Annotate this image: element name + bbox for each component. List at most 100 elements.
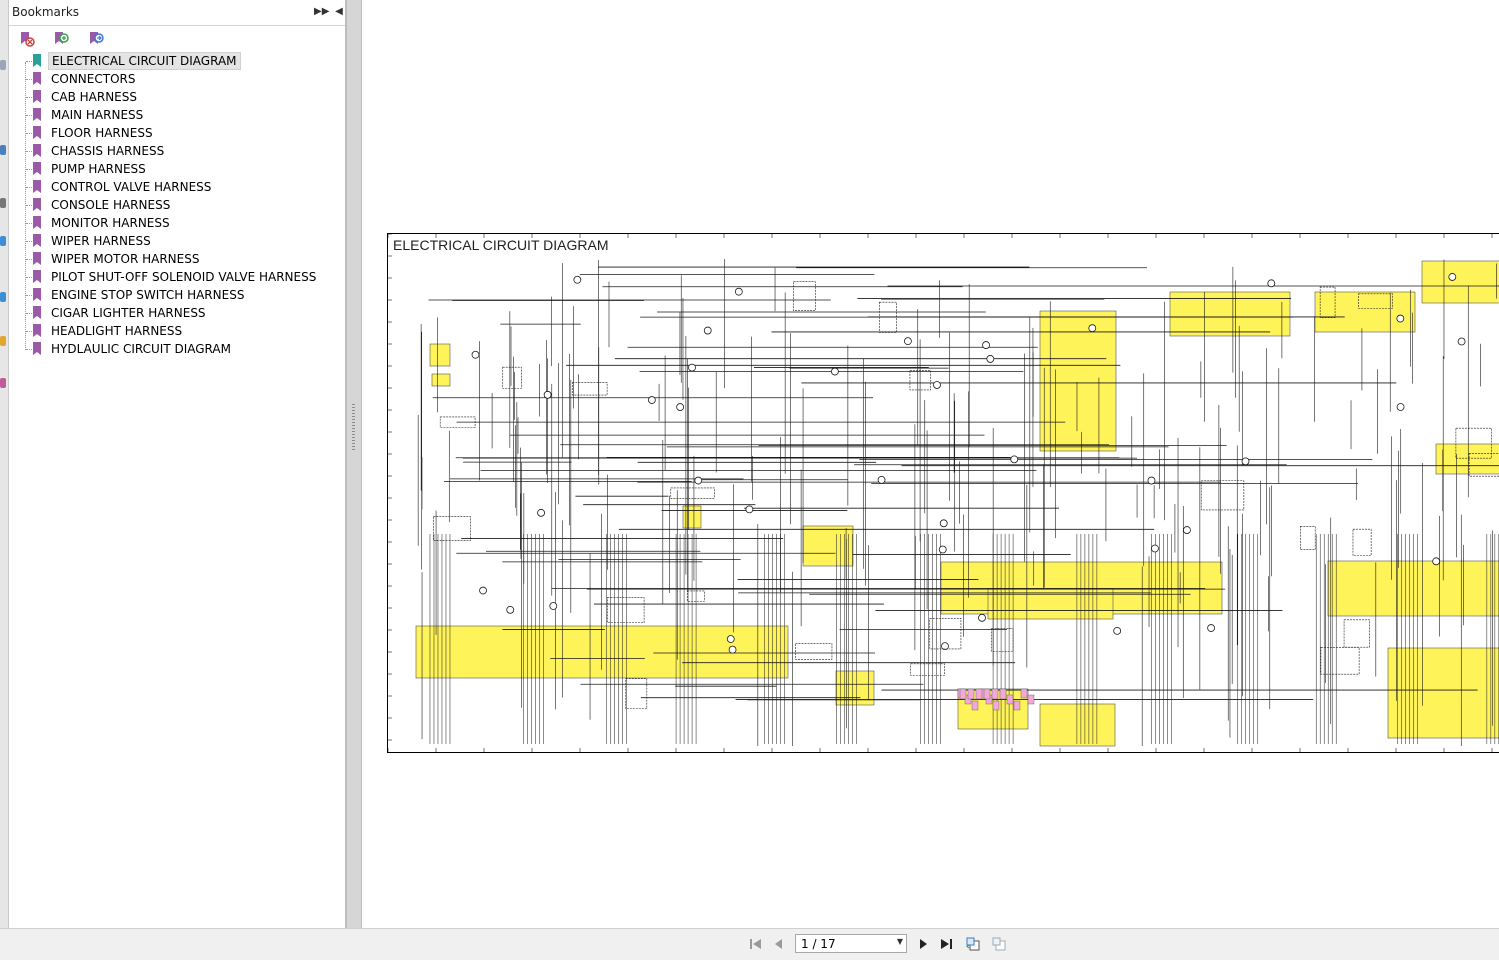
component-symbol — [1147, 476, 1156, 485]
component-symbol — [1088, 324, 1097, 333]
component-symbol — [549, 602, 558, 610]
panel-splitter[interactable] — [346, 0, 362, 928]
page-dropdown-arrow-icon[interactable]: ▼ — [897, 937, 903, 946]
component-symbol — [1396, 314, 1405, 323]
component-symbol — [726, 635, 735, 643]
bookmark-icon — [33, 306, 41, 319]
search-icon[interactable] — [0, 378, 6, 388]
connector-pin — [975, 688, 983, 700]
component-outline — [1343, 619, 1370, 648]
bookmark-label: CHASSIS HARNESS — [51, 144, 165, 158]
bookmark-item[interactable]: HYDLAULIC CIRCUIT DIAGRAM — [9, 340, 329, 358]
bookmark-item[interactable]: CIGAR LIGHTER HARNESS — [9, 304, 329, 322]
attachments-icon[interactable] — [0, 198, 6, 208]
bookmark-item[interactable]: MONITOR HARNESS — [9, 214, 329, 232]
delete-bookmark-icon[interactable] — [18, 30, 36, 48]
bookmarks-panel: Bookmarks ▶▶ ◀ ELECTRICAL CIRCUIT DIAGRA… — [9, 0, 346, 928]
previous-page-icon[interactable] — [771, 936, 787, 952]
bookmark-item[interactable]: WIPER MOTOR HARNESS — [9, 250, 329, 268]
bookmark-icon — [33, 54, 41, 67]
component-symbol — [537, 508, 545, 517]
component-symbol — [728, 645, 737, 654]
component-outline — [572, 382, 608, 396]
component-symbol — [1183, 526, 1191, 534]
bookmark-icon — [33, 90, 41, 103]
bookmark-label: MONITOR HARNESS — [51, 216, 170, 230]
add-bookmark-icon[interactable] — [52, 30, 70, 48]
component-symbol — [1010, 455, 1019, 464]
next-view-icon[interactable] — [991, 936, 1007, 952]
component-block — [1421, 260, 1499, 304]
bookmark-item[interactable]: CONTROL VALVE HARNESS — [9, 178, 329, 196]
component-outline — [795, 643, 833, 660]
bookmark-icon — [33, 126, 41, 139]
bookmark-item[interactable]: CHASSIS HARNESS — [9, 142, 329, 160]
bookmark-item[interactable]: ENGINE STOP SWITCH HARNESS — [9, 286, 329, 304]
bookmark-label: CONNECTORS — [51, 72, 136, 86]
bookmark-label: PUMP HARNESS — [51, 162, 146, 176]
bookmark-item[interactable]: FLOOR HARNESS — [9, 124, 329, 142]
circuit-diagram — [388, 234, 1499, 752]
component-outline — [991, 628, 1014, 652]
bookmark-item[interactable]: PILOT SHUT-OFF SOLENOID VALVE HARNESS — [9, 268, 329, 286]
bookmark-label: WIPER HARNESS — [51, 234, 151, 248]
bookmark-icon — [33, 270, 41, 283]
component-symbol — [1267, 279, 1276, 288]
bookmark-label: HEADLIGHT HARNESS — [51, 324, 183, 338]
connector-pin — [999, 688, 1007, 700]
page-number-field[interactable]: 1 / 17 ▼ — [795, 934, 907, 953]
component-outline — [433, 516, 471, 541]
component-outline — [910, 663, 945, 676]
previous-view-icon[interactable] — [965, 936, 981, 952]
bookmark-icon — [33, 324, 41, 337]
diagram-title: ELECTRICAL CIRCUIT DIAGRAM — [393, 237, 609, 253]
bookmark-item[interactable]: ELECTRICAL CIRCUIT DIAGRAM — [9, 52, 329, 70]
bookmark-label: PILOT SHUT-OFF SOLENOID VALVE HARNESS — [51, 270, 317, 284]
bookmark-label: CONTROL VALVE HARNESS — [51, 180, 212, 194]
component-symbol — [877, 475, 886, 484]
bookmark-item[interactable]: PUMP HARNESS — [9, 160, 329, 178]
last-page-icon[interactable] — [938, 936, 954, 952]
component-symbol — [938, 545, 947, 554]
component-symbol — [1113, 626, 1122, 635]
bookmark-label: ELECTRICAL CIRCUIT DIAGRAM — [48, 52, 241, 70]
bookmark-item[interactable]: CONSOLE HARNESS — [9, 196, 329, 214]
component-block — [429, 343, 451, 367]
component-symbol — [1448, 273, 1457, 281]
tags-icon[interactable] — [0, 336, 6, 346]
connector-pin — [959, 688, 967, 700]
signatures-icon[interactable] — [0, 236, 6, 246]
first-page-icon[interactable] — [748, 936, 764, 952]
component-symbol — [941, 642, 949, 651]
bookmark-item[interactable]: CAB HARNESS — [9, 88, 329, 106]
component-symbol — [676, 403, 685, 411]
next-page-icon[interactable] — [915, 936, 931, 952]
bookmark-item[interactable]: CONNECTORS — [9, 70, 329, 88]
bookmark-icon — [33, 162, 41, 175]
bookmark-item[interactable]: HEADLIGHT HARNESS — [9, 322, 329, 340]
triangle-left-icon[interactable]: ◀ — [332, 4, 346, 20]
bookmark-item[interactable]: WIPER HARNESS — [9, 232, 329, 250]
bookmark-item[interactable]: MAIN HARNESS — [9, 106, 329, 124]
bookmarks-header: Bookmarks ▶▶ ◀ — [9, 0, 345, 26]
component-block — [802, 525, 854, 567]
component-block — [987, 588, 1114, 620]
component-symbol — [1241, 457, 1250, 466]
bookmarks-title: Bookmarks — [12, 5, 80, 19]
component-symbol — [1396, 403, 1405, 411]
component-block — [431, 373, 451, 387]
bookmark-label: ENGINE STOP SWITCH HARNESS — [51, 288, 245, 302]
layers-icon[interactable] — [0, 145, 6, 155]
expand-bookmark-icon[interactable] — [87, 30, 105, 48]
double-arrow-right-icon[interactable]: ▶▶ — [314, 4, 329, 20]
splitter-grip[interactable] — [352, 404, 355, 450]
document-view[interactable]: ELECTRICAL CIRCUIT DIAGRAM — [362, 0, 1499, 928]
page-thumbnail-icon[interactable] — [0, 60, 6, 70]
bookmark-icon — [33, 234, 41, 247]
connector-pin — [971, 700, 979, 711]
component-block — [1387, 647, 1499, 739]
bookmark-label: MAIN HARNESS — [51, 108, 144, 122]
connector-pin — [1027, 694, 1035, 705]
bookmark-label: HYDLAULIC CIRCUIT DIAGRAM — [51, 342, 231, 356]
comments-icon[interactable] — [0, 292, 6, 302]
